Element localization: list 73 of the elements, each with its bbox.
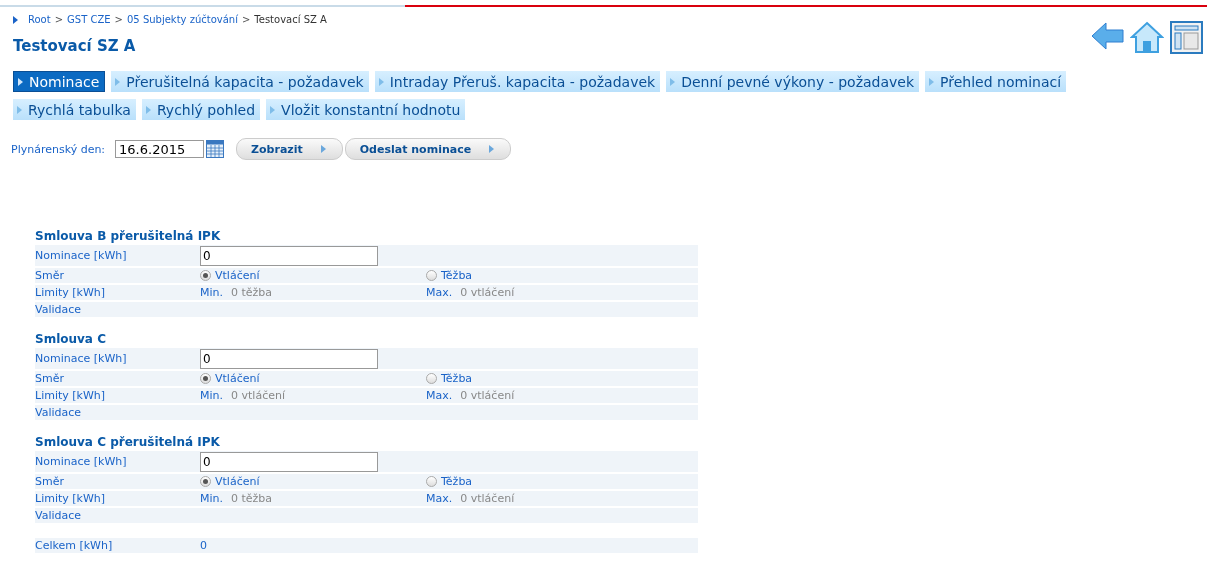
nomination-field[interactable]: 0 — [200, 451, 378, 472]
breadcrumb-separator: > — [241, 14, 251, 25]
contract-heading: Smlouva C přerušitelná IPK — [35, 435, 221, 449]
date-field[interactable]: 16.6.2015 — [115, 140, 205, 158]
breadcrumb-current: Testovací SZ A — [254, 14, 327, 25]
tab[interactable]: Rychlá tabulka — [13, 99, 136, 120]
caret-icon — [145, 105, 151, 114]
limit-value: 0 těžba — [231, 492, 273, 505]
tab[interactable]: Nominace — [13, 71, 106, 92]
row-label: Limity [kWh] — [35, 492, 107, 505]
row-label: Nominace [kWh] — [35, 352, 128, 365]
limit-label: Max. — [426, 389, 453, 402]
caret-icon — [270, 105, 276, 114]
caret-icon — [18, 77, 23, 86]
radio-option[interactable]: Těžba — [426, 269, 698, 282]
caret-icon — [115, 77, 121, 86]
breadcrumb-link[interactable]: GST CZE — [67, 14, 111, 25]
limit-value: 0 vtláčení — [460, 389, 515, 402]
row-label: Směr — [35, 269, 65, 282]
row-label: Validace — [35, 303, 83, 316]
tab[interactable]: Přehled nominací — [925, 71, 1067, 92]
contract-heading: Smlouva B přerušitelná IPK — [35, 229, 222, 243]
tab[interactable]: Přerušitelná kapacita - požadavek — [111, 71, 369, 92]
calendar-icon[interactable] — [206, 140, 225, 158]
row-label: Celkem [kWh] — [35, 539, 114, 552]
limit-label: Min. — [200, 389, 223, 402]
limit-value: 0 těžba — [231, 286, 273, 299]
caret-icon — [489, 145, 495, 153]
total-value: 0 — [200, 539, 208, 552]
limit-value: 0 vtláčení — [460, 286, 515, 299]
breadcrumb-link[interactable]: 05 Subjekty zúčtování — [127, 14, 238, 25]
limit-label: Min. — [200, 492, 223, 505]
contract-heading: Smlouva C — [35, 332, 107, 346]
page-title: Testovací SZ A — [13, 37, 137, 55]
limit-value: 0 vtláčení — [231, 389, 285, 402]
radio-option[interactable]: Těžba — [426, 475, 698, 488]
limit-label: Max. — [426, 492, 453, 505]
caret-icon — [929, 77, 935, 86]
bullet-icon — [13, 15, 18, 24]
row-label: Směr — [35, 372, 65, 385]
field-label: Plynárenský den: — [11, 142, 106, 156]
row-label: Limity [kWh] — [35, 389, 107, 402]
home-icon[interactable] — [1130, 21, 1164, 54]
breadcrumb-link[interactable]: Root — [28, 14, 51, 25]
limit-label: Min. — [200, 286, 223, 299]
limit-value: 0 vtláčení — [460, 492, 515, 505]
button[interactable]: Odeslat nominace — [344, 138, 512, 160]
layout-icon[interactable] — [1170, 21, 1203, 54]
caret-icon — [670, 77, 676, 86]
radio-option[interactable]: Vtláčení — [200, 372, 426, 385]
back-arrow-icon[interactable] — [1091, 21, 1124, 51]
row-label: Limity [kWh] — [35, 286, 107, 299]
tab[interactable]: Denní pevné výkony - požadavek — [666, 71, 920, 92]
caret-icon — [17, 105, 22, 114]
tab[interactable]: Vložit konstantní hodnotu — [266, 99, 466, 120]
nomination-field[interactable]: 0 — [200, 348, 378, 369]
radio-option[interactable]: Vtláčení — [200, 269, 426, 282]
breadcrumb-separator: > — [54, 14, 64, 25]
radio-option[interactable]: Vtláčení — [200, 475, 426, 488]
button[interactable]: Zobrazit — [236, 138, 343, 160]
tab[interactable]: Intraday Přeruš. kapacita - požadavek — [374, 71, 661, 92]
row-label: Validace — [35, 406, 83, 419]
row-label: Nominace [kWh] — [35, 455, 128, 468]
radio-option[interactable]: Těžba — [426, 372, 698, 385]
caret-icon — [378, 77, 384, 86]
breadcrumb-separator: > — [114, 14, 123, 25]
limit-label: Max. — [426, 286, 453, 299]
tab[interactable]: Rychlý pohled — [141, 99, 261, 120]
nomination-field[interactable]: 0 — [200, 245, 378, 266]
row-label: Nominace [kWh] — [35, 249, 128, 262]
row-label: Validace — [35, 509, 83, 522]
caret-icon — [320, 145, 326, 153]
row-label: Směr — [35, 475, 65, 488]
